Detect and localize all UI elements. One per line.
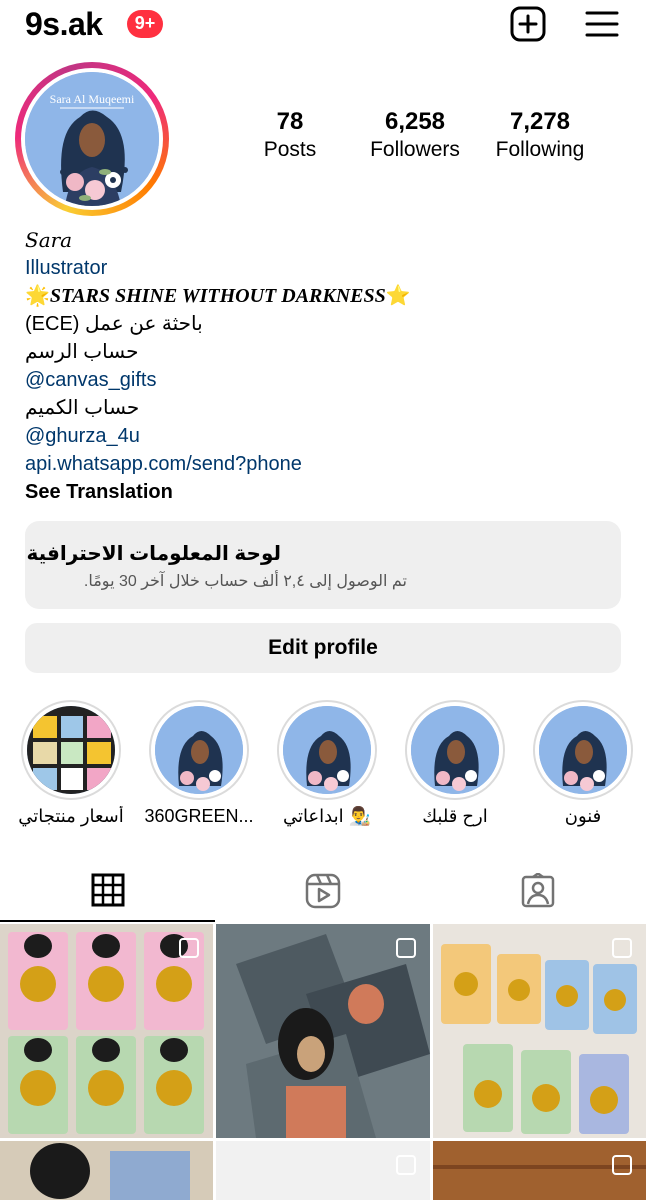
avatar-illustration: Sara Al Muqeemi [25, 72, 159, 206]
mention-canvas-gifts[interactable]: @canvas_gifts [25, 366, 625, 394]
dashboard-subtitle: تم الوصول إلى ٢,٤ ألف حساب خلال آخر 30 ي… [83, 573, 407, 590]
dashboard-title: لوحة المعلومات الاحترافية [26, 543, 281, 565]
display-name: 𝑆𝑎𝑟𝑎 [25, 228, 73, 252]
tab-tagged[interactable] [430, 860, 645, 922]
highlight-prices[interactable]: أسعار منتجاتي [18, 700, 124, 827]
posts-label: Posts [263, 138, 317, 161]
profile-bio: 𝑆𝑎𝑟𝑎 Illustrator 🌟STARS SHINE WITHOUT DA… [25, 226, 625, 506]
grid-icon [91, 873, 124, 907]
posts-stat[interactable]: 78 Posts [251, 108, 329, 162]
followers-label: Followers [370, 138, 460, 161]
tab-posts-grid[interactable] [0, 860, 215, 922]
menu-icon[interactable] [582, 4, 622, 44]
bio-line-drawing-account: حساب الرسم [25, 341, 139, 363]
multi-post-icon [179, 938, 199, 958]
see-translation-link[interactable]: See Translation [25, 478, 625, 506]
tagged-icon [521, 873, 554, 908]
username-title[interactable]: 9s.ak [25, 6, 103, 43]
followers-stat[interactable]: 6,258 Followers [360, 108, 470, 162]
highlight-cover [27, 706, 115, 794]
multi-post-icon [396, 938, 416, 958]
post-tile[interactable] [216, 924, 430, 1138]
highlight-label: ارح قلبك [422, 806, 488, 826]
bio-headline: 🌟STARS SHINE WITHOUT DARKNESS⭐ [25, 282, 625, 310]
highlight-creations[interactable]: ابداعاتي 👨‍🎨 [276, 700, 378, 827]
posts-grid [0, 922, 646, 1200]
top-bar: 9s.ak 9+ [0, 0, 646, 52]
highlight-360green[interactable]: 360GREEN... [144, 700, 254, 827]
bio-whatsapp-link[interactable]: api.whatsapp.com/send?phone [25, 450, 625, 478]
highlight-relax[interactable]: ارح قلبك [404, 700, 506, 827]
highlight-cover [155, 706, 243, 794]
post-tile[interactable] [433, 924, 646, 1138]
star-icon: ⭐ [385, 285, 411, 307]
reels-icon [305, 873, 340, 909]
highlight-cover [283, 706, 371, 794]
profile-category[interactable]: Illustrator [25, 254, 625, 282]
profile-tabs [0, 860, 646, 922]
post-tile[interactable] [216, 1141, 430, 1200]
following-stat[interactable]: 7,278 Following [485, 108, 595, 162]
highlight-label: ابداعاتي 👨‍🎨 [282, 806, 372, 826]
professional-dashboard[interactable]: لوحة المعلومات الاحترافية تم الوصول إلى … [25, 521, 621, 609]
multi-post-icon [396, 1155, 416, 1175]
bio-line-job: باحثة عن عمل (ECE) [25, 313, 203, 335]
post-tile[interactable] [0, 924, 213, 1138]
posts-count: 78 [276, 108, 304, 135]
add-post-icon[interactable] [508, 4, 548, 44]
highlight-label: 360GREEN... [144, 806, 254, 826]
multi-post-icon [612, 938, 632, 958]
profile-avatar[interactable]: Sara Al Muqeemi [15, 62, 169, 216]
headline-text: STARS SHINE WITHOUT DARKNESS [49, 285, 386, 307]
followers-count: 6,258 [384, 108, 446, 135]
highlight-cover [539, 706, 627, 794]
multi-post-icon [612, 1155, 632, 1175]
edit-profile-button[interactable]: Edit profile [25, 623, 621, 673]
tab-reels[interactable] [215, 860, 430, 922]
notification-badge[interactable]: 9+ [127, 10, 163, 38]
post-tile[interactable] [0, 1141, 213, 1200]
glowing-star-icon: 🌟 [25, 285, 50, 307]
mention-ghurza[interactable]: @ghurza_4u [25, 422, 625, 450]
following-label: Following [495, 138, 585, 161]
profile-stats: 78 Posts 6,258 Followers 7,278 Following [235, 108, 605, 168]
highlight-cover [411, 706, 499, 794]
following-count: 7,278 [509, 108, 571, 135]
highlight-label: أسعار منتجاتي [18, 806, 124, 826]
highlight-label: فنون [564, 806, 602, 826]
bio-line-kameem-account: حساب الكميم [25, 397, 140, 419]
highlight-arts[interactable]: فنون [532, 700, 634, 827]
post-tile[interactable] [433, 1141, 646, 1200]
